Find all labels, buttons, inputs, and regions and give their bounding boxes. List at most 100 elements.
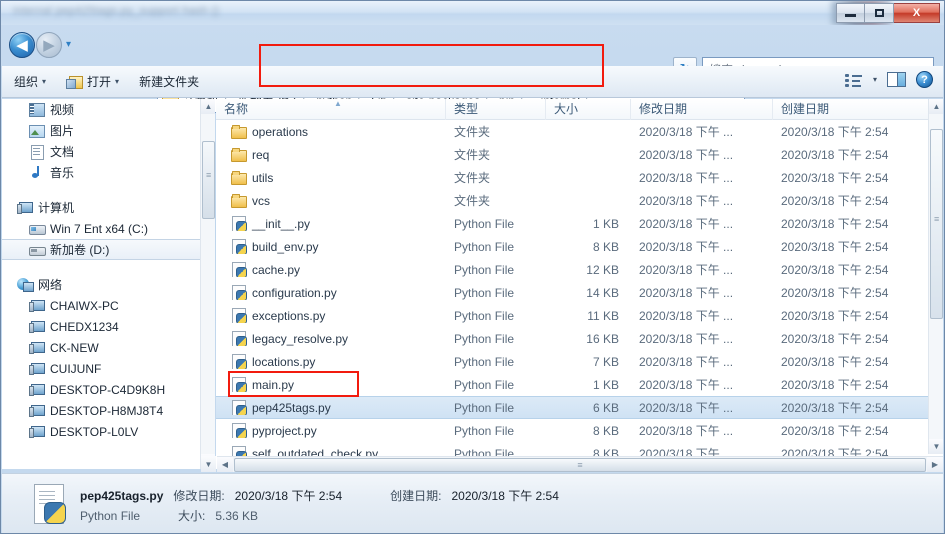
file-type-cell: 文件夹: [454, 194, 491, 208]
forward-icon[interactable]: ▶: [36, 32, 62, 58]
table-row[interactable]: req 文件夹 2020/3/18 下午 ... 2020/3/18 下午 2:54: [216, 143, 928, 166]
sidebar-item--[interactable]: 音乐: [2, 162, 215, 183]
table-row[interactable]: legacy_resolve.py Python File 16 KB 2020/3/…: [216, 327, 928, 350]
python-icon: [230, 239, 247, 254]
details-file-type: Python File: [80, 509, 141, 523]
navigation-scrollbar-thumb[interactable]: [202, 141, 215, 219]
file-name-cell[interactable]: build_env.py: [216, 239, 446, 254]
sidebar-item-label: 文档: [50, 145, 75, 159]
horizontal-scrollbar[interactable]: ◀ ≡ ▶: [217, 456, 943, 472]
file-name-cell[interactable]: pyproject.py: [216, 423, 446, 438]
view-chevron-down-icon[interactable]: ▾: [873, 75, 877, 84]
sidebar-item-desktop-h8mj8t4[interactable]: DESKTOP-H8MJ8T4: [2, 400, 215, 421]
table-row[interactable]: configuration.py Python File 14 KB 2020/3/1…: [216, 281, 928, 304]
minimize-button[interactable]: [836, 2, 865, 23]
sidebar-item-label: DESKTOP-C4D9K8H: [50, 382, 166, 397]
column-header-type[interactable]: 类型: [446, 99, 546, 120]
sidebar-item-cuijunf[interactable]: CUIJUNF: [2, 358, 215, 379]
folder-icon: [230, 124, 247, 139]
back-icon[interactable]: ◀: [9, 32, 35, 58]
file-size-cell: 8 KB: [592, 423, 619, 438]
column-header-size[interactable]: 大小: [546, 99, 631, 120]
sidebar-item-label: DESKTOP-L0LV: [50, 424, 139, 439]
file-type-cell: Python File: [454, 285, 515, 300]
file-name-cell[interactable]: legacy_resolve.py: [216, 331, 446, 346]
organize-button[interactable]: 组织 ▾: [6, 70, 54, 93]
file-created-cell: 2020/3/18 下午 2:54: [781, 401, 889, 415]
horizontal-scrollbar-thumb[interactable]: ≡: [234, 457, 926, 472]
sidebar-item-desktop-l0lv[interactable]: DESKTOP-L0LV: [2, 421, 215, 442]
sidebar-item-ck-new[interactable]: CK-NEW: [2, 337, 215, 358]
navigation-scroll-down-icon[interactable]: ▼: [201, 456, 216, 472]
maximize-button[interactable]: [865, 2, 894, 23]
table-row[interactable]: exceptions.py Python File 11 KB 2020/3/18 下…: [216, 304, 928, 327]
file-name-cell[interactable]: __init__.py: [216, 216, 446, 231]
table-row[interactable]: operations 文件夹 2020/3/18 下午 ... 2020/3/18 下…: [216, 120, 928, 143]
sidebar-item-desktop-c4d9k8h[interactable]: DESKTOP-C4D9K8H: [2, 379, 215, 400]
sidebar-item--d-[interactable]: 新加卷 (D:): [2, 239, 215, 260]
close-button[interactable]: X: [894, 2, 940, 23]
file-name-cell[interactable]: cache.py: [216, 262, 446, 277]
column-header-name[interactable]: 名称: [216, 99, 446, 120]
scroll-left-icon[interactable]: ◀: [217, 457, 233, 472]
file-name-cell[interactable]: locations.py: [216, 354, 446, 369]
details-pane: pep425tags.py 修改日期: 2020/3/18 下午 2:54 创建…: [2, 473, 943, 533]
file-name-cell[interactable]: main.py: [216, 377, 446, 392]
sidebar-item--[interactable]: 图片: [2, 120, 215, 141]
nav-group-spacer: [2, 260, 215, 274]
table-row[interactable]: main.py Python File 1 KB 2020/3/18 下午 ... 20…: [216, 373, 928, 396]
sidebar-item-chedx1234[interactable]: CHEDX1234: [2, 316, 215, 337]
sidebar-item-label: CK-NEW: [50, 340, 99, 355]
scroll-right-icon[interactable]: ▶: [927, 457, 943, 472]
file-name-label: pyproject.py: [252, 423, 317, 438]
sidebar-item--[interactable]: 计算机: [2, 197, 215, 218]
table-row[interactable]: build_env.py Python File 8 KB 2020/3/18 下午 …: [216, 235, 928, 258]
file-created-cell: 2020/3/18 下午 2:54: [781, 194, 889, 208]
preview-pane-icon[interactable]: [887, 72, 906, 87]
file-type-cell: Python File: [454, 308, 515, 323]
scroll-down-icon[interactable]: ▼: [929, 439, 943, 454]
file-name-cell[interactable]: operations: [216, 124, 446, 139]
scroll-up-icon[interactable]: ▲: [929, 99, 943, 114]
file-list-scrollbar[interactable]: ▲ ▼: [928, 99, 943, 454]
file-size-cell: 16 KB: [586, 331, 619, 346]
table-row[interactable]: locations.py Python File 7 KB 2020/3/18 下午 …: [216, 350, 928, 373]
new-folder-button[interactable]: 新建文件夹: [131, 70, 207, 93]
file-list-scrollbar-thumb[interactable]: [930, 129, 943, 319]
table-row[interactable]: utils 文件夹 2020/3/18 下午 ... 2020/3/18 下午 2:5…: [216, 166, 928, 189]
file-name-cell[interactable]: vcs: [216, 193, 446, 208]
sidebar-item-label: 网络: [38, 278, 63, 292]
details-size-value: 5.36 KB: [215, 509, 259, 523]
table-row[interactable]: pep425tags.py Python File 6 KB 2020/3/18 下午…: [216, 396, 928, 419]
file-type-cell: Python File: [454, 262, 515, 277]
table-row[interactable]: pyproject.py Python File 8 KB 2020/3/18 下午 …: [216, 419, 928, 442]
table-row[interactable]: __init__.py Python File 1 KB 2020/3/18 下午 .…: [216, 212, 928, 235]
column-header-modified[interactable]: 修改日期: [631, 99, 773, 120]
scroll-up-icon[interactable]: ▲: [201, 99, 215, 114]
computer-icon: [28, 319, 45, 334]
navigation-pane-scrollbar[interactable]: ▲ ▼: [200, 99, 215, 469]
file-type-cell: 文件夹: [454, 148, 491, 162]
table-row[interactable]: vcs 文件夹 2020/3/18 下午 ... 2020/3/18 下午 2:54: [216, 189, 928, 212]
sidebar-item-win-7-ent-x64-c-[interactable]: Win 7 Ent x64 (C:): [2, 218, 215, 239]
sidebar-item--[interactable]: 文档: [2, 141, 215, 162]
file-name-cell[interactable]: req: [216, 147, 446, 162]
sidebar-item--[interactable]: 视频: [2, 99, 215, 120]
help-icon[interactable]: ?: [916, 71, 933, 88]
drive-icon: [28, 242, 46, 257]
file-size-cell: 12 KB: [586, 262, 619, 277]
navigation-buttons: ◀ ▶ ▾: [9, 32, 78, 58]
sidebar-item--[interactable]: 网络: [2, 274, 215, 295]
table-row[interactable]: cache.py Python File 12 KB 2020/3/18 下午 ...…: [216, 258, 928, 281]
computer-icon: [28, 361, 45, 376]
file-name-cell[interactable]: pep425tags.py: [216, 400, 446, 415]
sidebar-item-chaiwx-pc[interactable]: CHAIWX-PC: [2, 295, 215, 316]
recent-pages-chevron-down-icon[interactable]: ▾: [66, 39, 78, 51]
change-view-icon[interactable]: [844, 73, 863, 87]
file-name-cell[interactable]: utils: [216, 170, 446, 185]
address-bar-row: ◀ ▶ ▾ 计算机▶新加卷 (D:)▶python▶Lib▶site-packa…: [1, 25, 944, 113]
column-header-created[interactable]: 创建日期: [773, 99, 928, 120]
file-name-cell[interactable]: exceptions.py: [216, 308, 446, 323]
open-button[interactable]: 打开 ▾: [58, 70, 127, 93]
file-name-cell[interactable]: configuration.py: [216, 285, 446, 300]
